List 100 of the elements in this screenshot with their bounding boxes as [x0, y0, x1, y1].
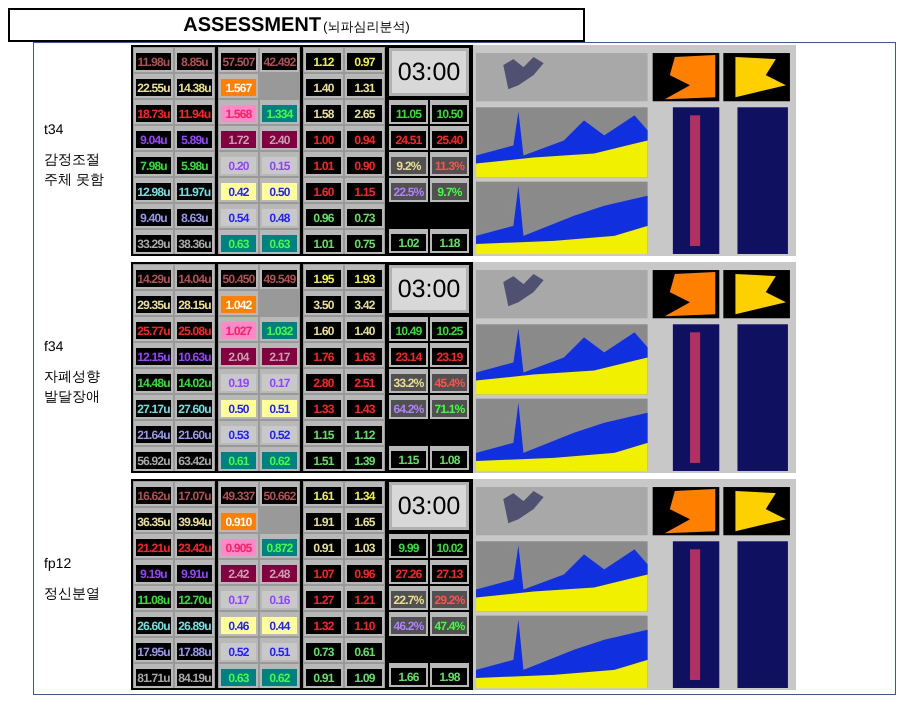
- readout: 0.62: [260, 447, 299, 471]
- readout: 3.42: [345, 291, 384, 315]
- case-description: 자폐성향: [44, 368, 101, 386]
- readout: 0.44: [260, 612, 299, 636]
- readout: 0.90: [345, 152, 384, 176]
- readout: 14.04u: [175, 265, 214, 289]
- readout: 0.50: [260, 178, 299, 202]
- readout: 0.52: [260, 421, 299, 445]
- readout: 0.91: [304, 664, 343, 688]
- readout: 50.450: [219, 265, 258, 289]
- readout: 9.99: [389, 534, 428, 558]
- readout: 0.61: [219, 447, 258, 471]
- readout: 1.07: [304, 560, 343, 584]
- readout: 1.66: [389, 663, 428, 687]
- readout: 2.48: [260, 560, 299, 584]
- readout: 2.65: [345, 100, 384, 124]
- readout: 0.16: [260, 586, 299, 610]
- readout: 0.51: [260, 638, 299, 662]
- readout: 0.62: [260, 664, 299, 688]
- readout: 14.38u: [175, 74, 214, 98]
- readout: 22.5%: [389, 178, 428, 202]
- readout: 0.20: [219, 152, 258, 176]
- readout: 64.2%: [389, 395, 428, 420]
- readout: 0.94: [345, 126, 384, 150]
- readout: 21.21u: [134, 534, 173, 558]
- case-code: t34: [44, 121, 64, 137]
- readout: 10.02: [430, 534, 469, 558]
- readout: 9.2%: [389, 152, 428, 176]
- readout: 23.14: [389, 343, 428, 368]
- readout: 1.21: [345, 586, 384, 610]
- readout: 0.52: [219, 638, 258, 662]
- readout: 1.91: [304, 508, 343, 532]
- readout: 0.19: [219, 369, 258, 393]
- readout: 2.40: [260, 126, 299, 150]
- readout: 1.18: [430, 229, 469, 253]
- readout: 1.01: [304, 152, 343, 176]
- timer-display: 03:00: [389, 48, 469, 96]
- readout: 0.73: [345, 204, 384, 228]
- readout: 1.76: [304, 343, 343, 367]
- readout: 9.19u: [134, 560, 173, 584]
- readout: 14.29u: [134, 265, 173, 289]
- readout: 9.91u: [175, 560, 214, 584]
- page-title: ASSESSMENT: [183, 14, 322, 36]
- readout: 2.04: [219, 343, 258, 367]
- readout: 1.15: [345, 178, 384, 202]
- readout: 0.61: [345, 638, 384, 662]
- readout: 0.63: [219, 664, 258, 688]
- readout: 1.042: [219, 291, 258, 315]
- case-description: 발달장애: [44, 388, 101, 406]
- readout: 12.98u: [134, 178, 173, 202]
- readout: 1.40: [304, 74, 343, 98]
- readout: 1.95: [304, 265, 343, 289]
- readout: 14.02u: [175, 369, 214, 393]
- readout: 50.662: [260, 482, 299, 506]
- readout: 1.032: [260, 317, 299, 341]
- readout: 11.98u: [134, 48, 173, 72]
- page-subtitle: (뇌파심리분석): [323, 18, 410, 36]
- readout: 9.7%: [430, 178, 469, 202]
- readout: 49.337: [219, 482, 258, 506]
- readout: 0.51: [260, 395, 299, 419]
- readout: 1.27: [304, 586, 343, 610]
- readout: 81.71u: [134, 664, 173, 688]
- readout: 26.60u: [134, 612, 173, 636]
- readout: 29.35u: [134, 291, 173, 315]
- readout: 1.08: [430, 446, 469, 470]
- readout: 3.50: [304, 291, 343, 315]
- readout: 1.63: [345, 343, 384, 367]
- readout: 10.25: [430, 317, 469, 342]
- timer-display: 03:00: [389, 482, 469, 530]
- readout: 1.334: [260, 100, 299, 124]
- readout: 0.15: [260, 152, 299, 176]
- readout: 7.98u: [134, 152, 173, 176]
- readout: 1.568: [219, 100, 258, 124]
- readout: 42.492: [260, 48, 299, 72]
- readout: 1.40: [345, 317, 384, 341]
- readout: 22.7%: [389, 586, 428, 610]
- readout: 1.02: [389, 229, 428, 253]
- readout: 10.50: [430, 100, 469, 124]
- readout: 1.98: [430, 663, 469, 687]
- readout: 33.2%: [389, 369, 428, 394]
- readout: 0.63: [219, 230, 258, 254]
- readout: 0.63: [260, 230, 299, 254]
- readout: 16.62u: [134, 482, 173, 506]
- readout: 0.53: [219, 421, 258, 445]
- readout: 1.34: [345, 482, 384, 506]
- readout: 0.42: [219, 178, 258, 202]
- readout: 10.63u: [175, 343, 214, 367]
- readout: 0.910: [219, 508, 258, 532]
- readout: 1.32: [304, 612, 343, 636]
- readout: 45.4%: [430, 369, 469, 394]
- readout: 2.17: [260, 343, 299, 367]
- readout: 1.33: [304, 395, 343, 419]
- readout: 18.73u: [134, 100, 173, 124]
- readout: 1.65: [345, 508, 384, 532]
- readout: 1.60: [304, 317, 343, 341]
- readout: 9.40u: [134, 204, 173, 228]
- readout: 11.94u: [175, 100, 214, 124]
- readout: 11.97u: [175, 178, 214, 202]
- readout: 1.93: [345, 265, 384, 289]
- readout: 1.31: [345, 74, 384, 98]
